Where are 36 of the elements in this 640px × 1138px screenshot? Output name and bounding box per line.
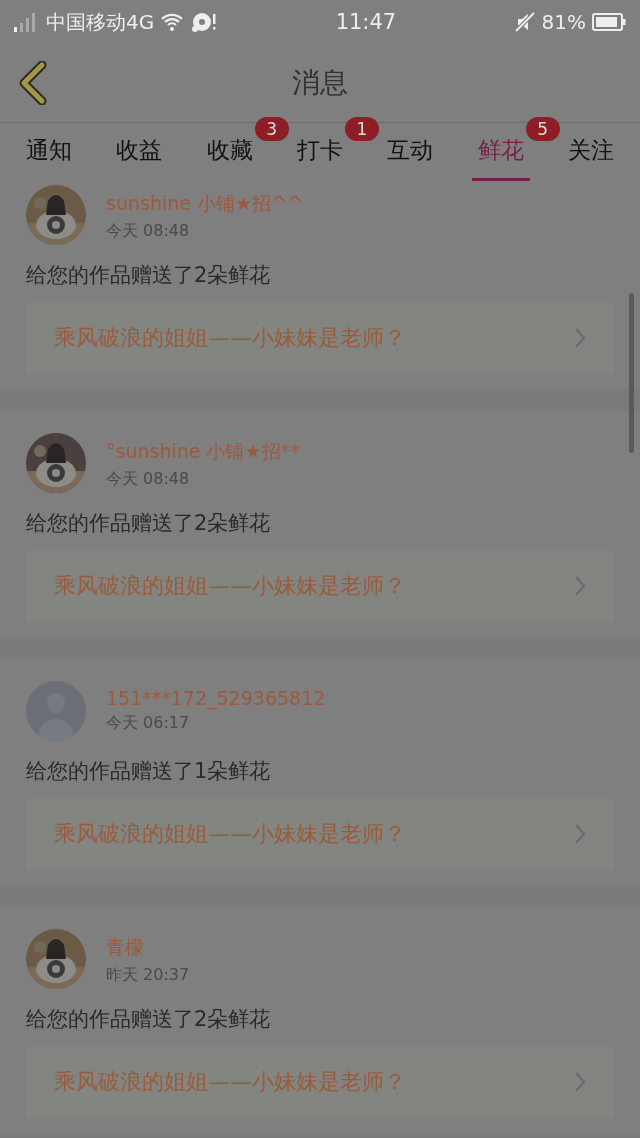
message-text: 给您的作品赠送了2朵鲜花	[26, 262, 272, 289]
work-link[interactable]: 乘风破浪的姐姐——小妹妹是老师？	[26, 799, 614, 869]
count-badge: 5	[525, 117, 560, 141]
tab[interactable]: 互动	[381, 129, 440, 181]
chevron-icon	[574, 575, 586, 597]
carrier-name: 中国移动4G	[46, 8, 155, 36]
tab[interactable]: 收益	[110, 129, 169, 181]
work-title: 乘风破浪的姐姐——小妹妹是老师？	[54, 324, 406, 352]
tab[interactable]: 关注	[561, 129, 620, 181]
count-badge: 1	[345, 117, 379, 141]
message-text: 给您的作品赠送了2朵鲜花	[26, 510, 272, 537]
work-title: 乘风破浪的姐姐——小妹妹是老师？	[54, 572, 406, 600]
back-icon[interactable]	[18, 61, 48, 105]
disc-icon	[190, 11, 219, 33]
tab[interactable]: 通知	[20, 129, 79, 181]
chevron-icon	[574, 1071, 586, 1093]
work-link[interactable]: 乘风破浪的姐姐——小妹妹是老师？	[26, 303, 614, 373]
chevron-icon	[574, 327, 586, 349]
wifi-icon	[160, 12, 185, 32]
sender-name[interactable]: 151***172_529365812	[106, 687, 326, 709]
mute-icon	[513, 11, 536, 33]
sender-name[interactable]: sunshine 小铺★招^^	[106, 191, 303, 217]
battery-percent: 81%	[541, 10, 586, 34]
sender-name[interactable]: 青檬	[106, 935, 190, 961]
sender-name[interactable]: °sunshine 小铺★招**	[106, 439, 300, 465]
message-text: 给您的作品赠送了1朵鲜花	[26, 758, 272, 785]
work-title: 乘风破浪的姐姐——小妹妹是老师？	[54, 1068, 406, 1096]
clock-time: 11:47	[335, 10, 397, 34]
page-title: 消息	[292, 65, 348, 101]
work-link[interactable]: 乘风破浪的姐姐——小妹妹是老师？	[26, 551, 614, 621]
work-link[interactable]: 乘风破浪的姐姐——小妹妹是老师？	[26, 1047, 614, 1117]
battery-icon	[592, 12, 626, 32]
chevron-icon	[574, 823, 586, 845]
work-title: 乘风破浪的姐姐——小妹妹是老师？	[54, 820, 406, 848]
message-text: 给您的作品赠送了2朵鲜花	[26, 1006, 272, 1033]
count-badge: 3	[254, 117, 289, 141]
